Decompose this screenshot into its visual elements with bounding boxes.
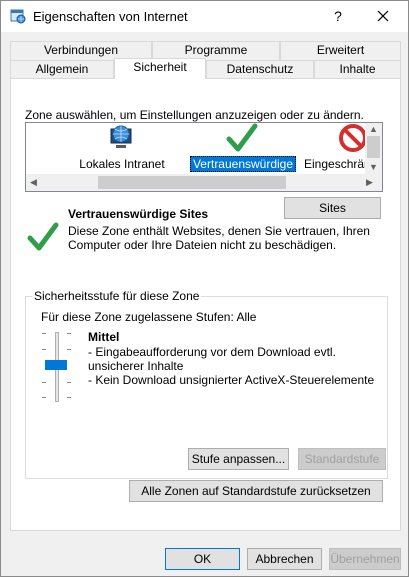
- tab-sicherheit[interactable]: Sicherheit: [114, 58, 206, 79]
- zone-label-intranet: Lokales Intranet: [79, 157, 165, 171]
- vscroll-thumb[interactable]: [367, 136, 380, 158]
- default-level-button[interactable]: Standardstufe: [298, 448, 386, 470]
- allowed-levels: Für diese Zone zugelassene Stufen: Alle: [41, 310, 257, 324]
- apply-button[interactable]: Übernehmen: [329, 548, 401, 570]
- scroll-right-icon[interactable]: ▶: [366, 178, 373, 187]
- group-title: Sicherheitsstufe für diese Zone: [32, 289, 202, 303]
- internet-options-icon: [10, 9, 26, 24]
- restricted-icon: [339, 124, 367, 152]
- slider-tick: [67, 382, 71, 383]
- title-bar[interactable]: Eigenschaften von Internet ?: [1, 1, 408, 32]
- scroll-down-icon[interactable]: ▼: [369, 163, 378, 172]
- zone-list-hscroll[interactable]: ◀ ▶: [26, 174, 382, 191]
- close-icon[interactable]: [371, 5, 395, 27]
- ok-button[interactable]: OK: [165, 548, 240, 570]
- tab-datenschutz[interactable]: Datenschutz: [206, 60, 314, 79]
- slider-tick: [67, 397, 71, 398]
- slider-tick: [42, 349, 46, 350]
- scroll-up-icon[interactable]: ▲: [369, 125, 378, 134]
- sites-button[interactable]: Sites: [284, 197, 381, 219]
- hscroll-thumb[interactable]: [98, 176, 286, 189]
- zone-list[interactable]: Lokales Intranet Vertrauenswürdige Einge…: [25, 122, 383, 192]
- cancel-button[interactable]: Abbrechen: [247, 548, 322, 570]
- tab-erweitert[interactable]: Erweitert: [280, 41, 401, 60]
- security-level-details: - Eingabeaufforderung vor dem Download e…: [88, 345, 384, 387]
- help-button[interactable]: ?: [326, 5, 350, 27]
- tabs-bottom-row: Allgemein Sicherheit Datenschutz Inhalte: [10, 58, 401, 79]
- zone-instruction: Zone auswählen, um Einstellungen anzuzei…: [25, 108, 364, 122]
- internet-options-window: Eigenschaften von Internet ? Verbindunge…: [0, 0, 409, 577]
- level-detail-line: - Kein Download unsignierter ActiveX-Ste…: [88, 373, 375, 387]
- trusted-zone-checkmark-icon: [27, 222, 59, 251]
- reset-all-zones-button[interactable]: Alle Zonen auf Standardstufe zurücksetze…: [129, 480, 383, 502]
- slider-tick: [42, 397, 46, 398]
- security-tab-panel: Zone auswählen, um Einstellungen anzuzei…: [10, 78, 401, 531]
- zone-list-vscroll[interactable]: ▲ ▼: [365, 123, 382, 174]
- security-slider-thumb[interactable]: [45, 360, 67, 370]
- tab-allgemein[interactable]: Allgemein: [10, 60, 114, 79]
- zone-item-trusted[interactable]: Vertrauenswürdige: [188, 123, 298, 173]
- slider-tick: [42, 333, 46, 334]
- slider-tick: [67, 349, 71, 350]
- zone-item-intranet[interactable]: Lokales Intranet: [72, 123, 172, 173]
- checkmark-icon: [226, 123, 258, 152]
- zone-title: Vertrauenswürdige Sites: [68, 207, 209, 221]
- slider-tick: [42, 382, 46, 383]
- security-level-group: Sicherheitsstufe für diese Zone Für dies…: [25, 289, 388, 479]
- zone-label-trusted: Vertrauenswürdige: [188, 156, 298, 172]
- custom-level-button[interactable]: Stufe anpassen...: [188, 448, 289, 470]
- window-title: Eigenschaften von Internet: [33, 9, 188, 24]
- scroll-left-icon[interactable]: ◀: [30, 178, 37, 187]
- slider-tick: [67, 333, 71, 334]
- tab-inhalte[interactable]: Inhalte: [314, 60, 401, 79]
- globe-monitor-icon: [110, 125, 132, 148]
- level-detail-line: - Eingabeaufforderung vor dem Download e…: [88, 345, 336, 373]
- zone-description: Diese Zone enthält Websites, denen Sie v…: [68, 224, 370, 252]
- security-level-name: Mittel: [88, 330, 120, 344]
